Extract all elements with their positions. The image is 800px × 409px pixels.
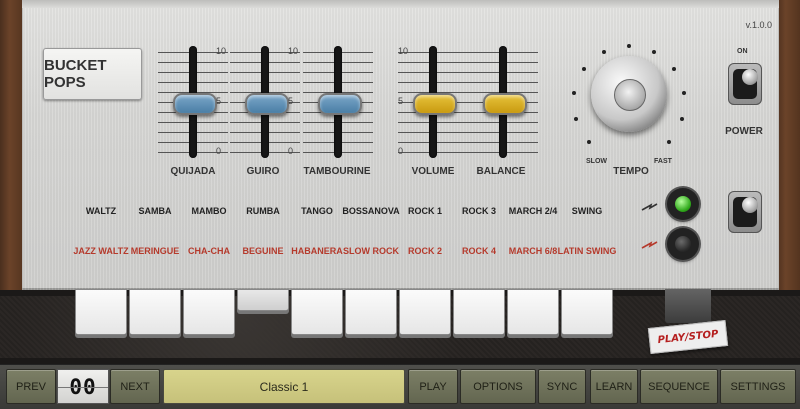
slider-knob-tambourine[interactable] bbox=[318, 93, 362, 115]
rhythm-key[interactable] bbox=[561, 289, 613, 335]
settings-button[interactable]: SETTINGS bbox=[720, 369, 796, 404]
play-button[interactable]: PLAY bbox=[408, 369, 458, 404]
rhythm-label-lower: SLOW ROCK bbox=[343, 246, 399, 256]
slider-volume[interactable] bbox=[398, 46, 468, 158]
rhythm-key[interactable] bbox=[399, 289, 451, 335]
scale-number: 0 bbox=[398, 146, 404, 156]
bank-switch-knob bbox=[742, 197, 758, 213]
rhythm-label-upper: RUMBA bbox=[246, 206, 280, 216]
tempo-knob[interactable] bbox=[591, 56, 667, 132]
upper-bank-led bbox=[667, 188, 699, 220]
rhythm-key[interactable] bbox=[129, 289, 181, 335]
tempo-scale-dot bbox=[666, 139, 671, 144]
tempo-scale-dot bbox=[627, 44, 631, 48]
rhythm-label-upper: ROCK 3 bbox=[461, 206, 496, 216]
scale-number: 5 bbox=[216, 96, 222, 106]
rhythm-key[interactable] bbox=[237, 289, 289, 311]
rhythm-key[interactable] bbox=[183, 289, 235, 335]
rhythm-label-lower: HABANERA bbox=[291, 246, 343, 256]
preset-display[interactable]: Classic 1 bbox=[163, 369, 405, 404]
scale-number: 0 bbox=[216, 146, 222, 156]
rhythm-label-lower: LATIN SWING bbox=[557, 246, 617, 256]
slider-knob-quijada[interactable] bbox=[173, 93, 217, 115]
slider-tambourine[interactable] bbox=[303, 46, 373, 158]
slider-knob-balance[interactable] bbox=[483, 93, 527, 115]
rhythm-label-lower: JAZZ WALTZ bbox=[73, 246, 129, 256]
rhythm-label-upper: MARCH 2/4 bbox=[508, 206, 558, 216]
left-wood-panel bbox=[0, 0, 24, 302]
tempo-label: TEMPO bbox=[613, 166, 649, 177]
tempo-scale-dot bbox=[601, 50, 606, 55]
tempo-slow-label: SLOW bbox=[586, 158, 607, 165]
rhythm-key[interactable] bbox=[507, 289, 559, 335]
rhythm-label-lower: ROCK 2 bbox=[407, 246, 442, 256]
power-switch-knob bbox=[742, 69, 758, 85]
bank-switch[interactable] bbox=[728, 191, 762, 233]
bank-upper-arrow-icon bbox=[641, 203, 658, 211]
power-on-label: ON bbox=[737, 48, 748, 55]
lower-bank-led bbox=[667, 228, 699, 260]
options-button[interactable]: OPTIONS bbox=[460, 369, 536, 404]
power-switch[interactable] bbox=[728, 63, 762, 105]
tempo-scale-dot bbox=[571, 91, 576, 96]
tempo-fast-label: FAST bbox=[654, 158, 672, 165]
prev-button[interactable]: PREV bbox=[6, 369, 56, 404]
rhythm-label-upper: BOSSANOVA bbox=[342, 206, 400, 216]
preset-counter: 00 bbox=[57, 369, 109, 404]
rhythm-label-upper: SAMBA bbox=[138, 206, 172, 216]
rhythm-label-lower: ROCK 4 bbox=[461, 246, 496, 256]
rhythm-label-lower: CHA-CHA bbox=[188, 246, 230, 256]
scale-number: 0 bbox=[288, 146, 294, 156]
panel-top-lip bbox=[22, 0, 779, 8]
slider-knob-guiro[interactable] bbox=[245, 93, 289, 115]
rhythm-label-upper: WALTZ bbox=[85, 206, 117, 216]
rhythm-label-upper: MAMBO bbox=[191, 206, 227, 216]
slider-knob-volume[interactable] bbox=[413, 93, 457, 115]
rhythm-key[interactable] bbox=[453, 289, 505, 335]
slider-label-tambourine: TAMBOURINE bbox=[303, 166, 371, 177]
version-label: v.1.0.0 bbox=[745, 20, 772, 30]
slider-label-balance: BALANCE bbox=[476, 166, 526, 177]
rhythm-key[interactable] bbox=[291, 289, 343, 335]
next-button[interactable]: NEXT bbox=[110, 369, 160, 404]
scale-number: 10 bbox=[288, 46, 299, 56]
play-stop-lever[interactable] bbox=[665, 289, 711, 323]
bank-lower-arrow-icon bbox=[641, 241, 658, 249]
rhythm-label-lower: MERINGUE bbox=[130, 246, 180, 256]
tempo-dial[interactable] bbox=[583, 48, 691, 156]
preset-brand-button[interactable]: BUCKET POPS bbox=[43, 48, 142, 100]
scale-number: 5 bbox=[398, 96, 404, 106]
power-label: POWER bbox=[725, 126, 763, 137]
rhythm-label-upper: ROCK 1 bbox=[407, 206, 442, 216]
rhythm-label-lower: MARCH 6/8 bbox=[508, 246, 558, 256]
rhythm-label-upper: SWING bbox=[571, 206, 603, 216]
rhythm-label-upper: TANGO bbox=[301, 206, 333, 216]
tempo-knob-center bbox=[614, 79, 646, 111]
rhythm-key[interactable] bbox=[345, 289, 397, 335]
scale-number: 10 bbox=[398, 46, 409, 56]
sync-button[interactable]: SYNC bbox=[538, 369, 586, 404]
sequence-button[interactable]: SEQUENCE bbox=[640, 369, 718, 404]
learn-button[interactable]: LEARN bbox=[590, 369, 638, 404]
scale-number: 5 bbox=[288, 96, 294, 106]
slider-balance[interactable] bbox=[468, 46, 538, 158]
rhythm-label-lower: BEGUINE bbox=[242, 246, 284, 256]
tempo-scale-dot bbox=[581, 67, 586, 72]
rhythm-key[interactable] bbox=[75, 289, 127, 335]
scale-number: 10 bbox=[216, 46, 227, 56]
right-wood-panel bbox=[776, 0, 800, 302]
